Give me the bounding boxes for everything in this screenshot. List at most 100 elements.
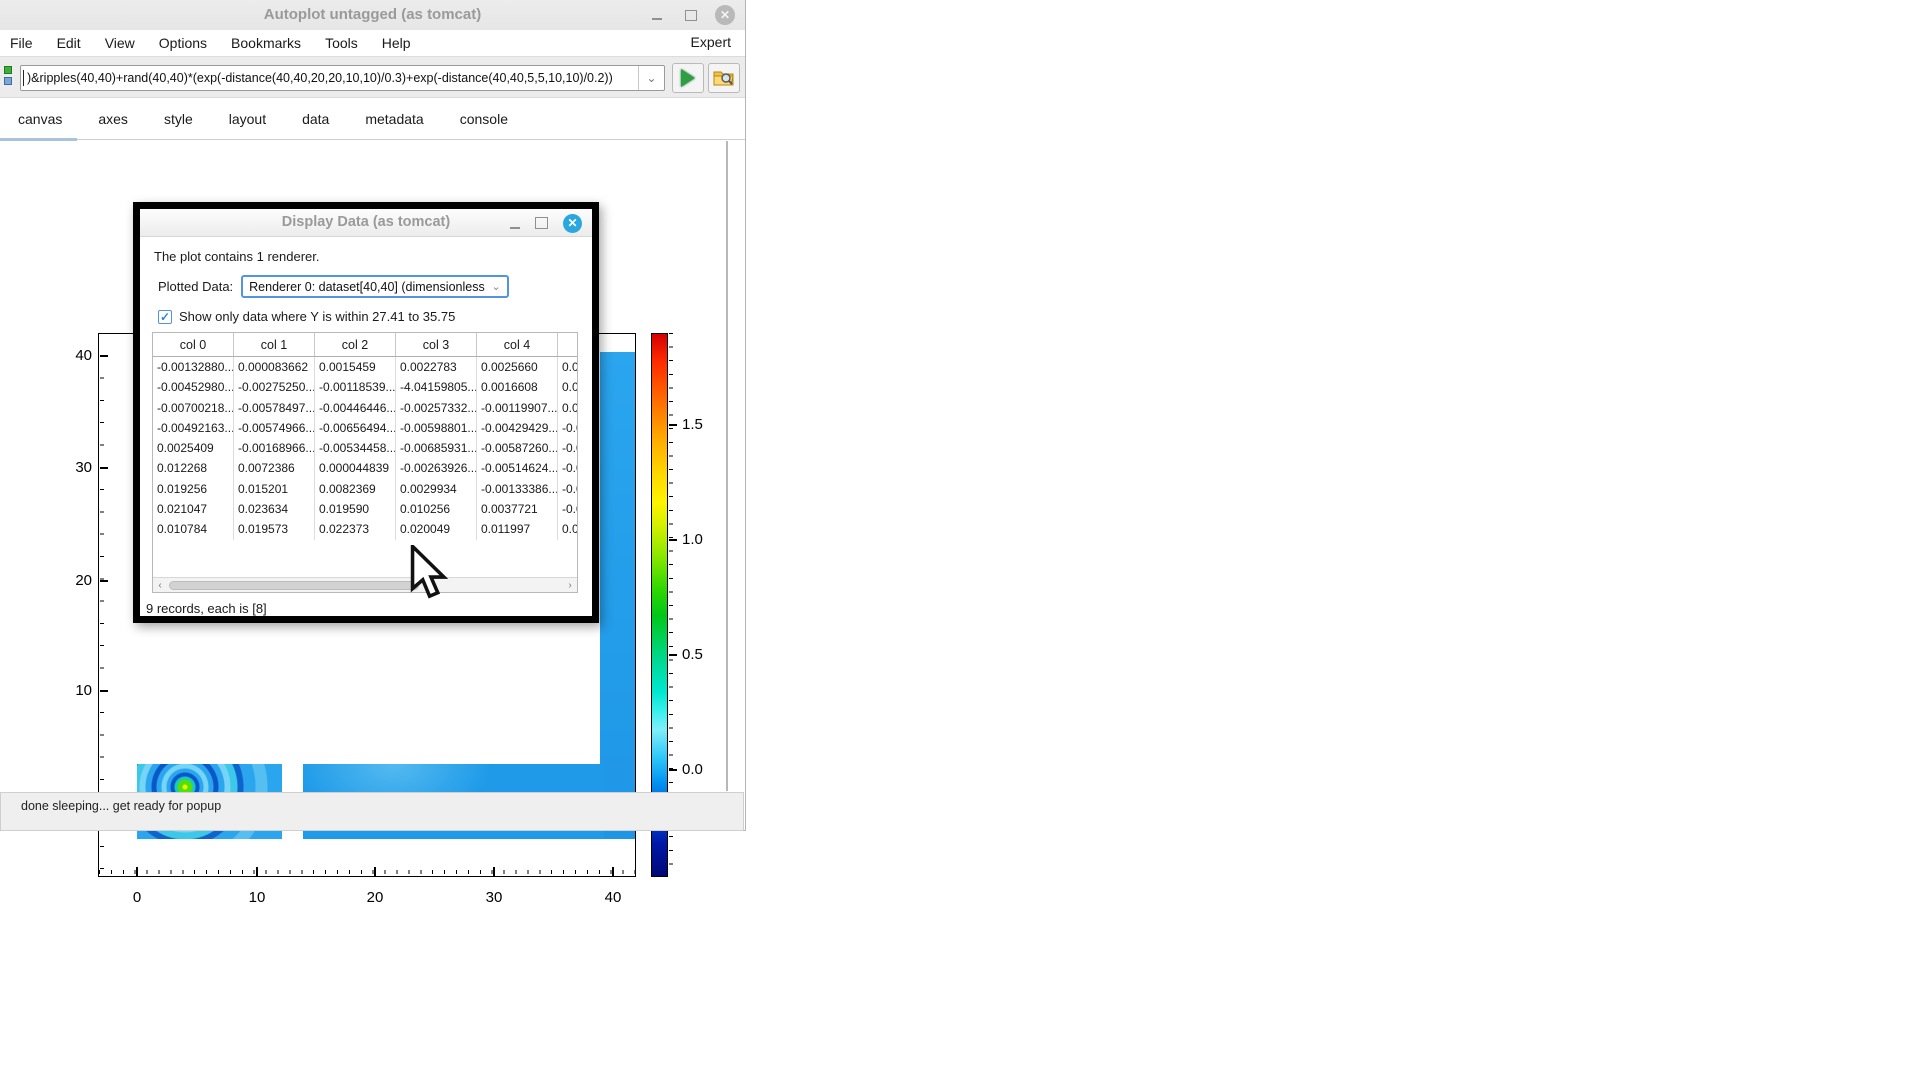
column-header[interactable] <box>558 333 578 356</box>
dialog-close-icon[interactable]: ✕ <box>563 214 582 233</box>
table-cell[interactable]: -0.00598801... <box>396 418 477 438</box>
table-cell[interactable]: -0.00275250... <box>234 377 315 397</box>
open-file-button[interactable] <box>708 63 740 93</box>
table-cell[interactable]: -0.00133386... <box>477 479 558 499</box>
column-header[interactable]: col 1 <box>234 333 315 356</box>
column-header[interactable]: col 3 <box>396 333 477 356</box>
table-cell[interactable]: -0.00492163... <box>153 418 234 438</box>
table-cell[interactable]: 0.0016608 <box>477 377 558 397</box>
table-cell[interactable]: -0.0 <box>558 479 578 499</box>
table-cell[interactable]: 0.010784 <box>153 519 234 539</box>
table-cell[interactable]: 0.0082369 <box>315 479 396 499</box>
column-header[interactable]: col 0 <box>153 333 234 356</box>
table-cell[interactable]: 0.000044839 <box>315 458 396 478</box>
table-cell[interactable]: 0.0037721 <box>477 499 558 519</box>
table-cell[interactable]: -4.04159805... <box>396 377 477 397</box>
table-cell[interactable]: -0.00132880... <box>153 357 234 377</box>
table-row[interactable]: 0.0192560.0152010.00823690.0029934-0.001… <box>153 479 577 499</box>
table-cell[interactable]: 0.00 <box>558 519 578 539</box>
table-cell[interactable]: 0.022373 <box>315 519 396 539</box>
table-row[interactable]: 0.0107840.0195730.0223730.0200490.011997… <box>153 519 577 539</box>
table-cell[interactable]: -0.00700218... <box>153 398 234 418</box>
tab-axes[interactable]: axes <box>93 102 133 136</box>
menu-item-help[interactable]: Help <box>382 35 411 51</box>
expert-menu[interactable]: Expert <box>691 34 731 50</box>
table-cell[interactable]: -0.00685931... <box>396 438 477 458</box>
table-cell[interactable]: -0.00452980... <box>153 377 234 397</box>
table-cell[interactable]: 0.019590 <box>315 499 396 519</box>
table-cell[interactable]: 0.0015459 <box>315 357 396 377</box>
table-cell[interactable]: -0.00656494... <box>315 418 396 438</box>
table-cell[interactable]: 0.0025660 <box>477 357 558 377</box>
table-cell[interactable]: 0.023634 <box>234 499 315 519</box>
tab-style[interactable]: style <box>159 102 198 136</box>
table-cell[interactable]: -0.0 <box>558 418 578 438</box>
table-cell[interactable]: 0.019573 <box>234 519 315 539</box>
y-filter-checkbox[interactable]: ✓ <box>158 310 172 324</box>
table-cell[interactable]: -0.00578497... <box>234 398 315 418</box>
table-cell[interactable]: 0.021047 <box>153 499 234 519</box>
table-cell[interactable]: -0.00534458... <box>315 438 396 458</box>
uri-text[interactable]: )&ripples(40,40)+rand(40,40)*(exp(-dista… <box>24 71 638 85</box>
table-cell[interactable]: 0.00 <box>558 357 578 377</box>
table-cell[interactable]: 0.012268 <box>153 458 234 478</box>
table-cell[interactable]: 0.011997 <box>477 519 558 539</box>
chevron-down-icon[interactable]: ⌄ <box>485 280 507 293</box>
dialog-title-bar[interactable]: Display Data (as tomcat) ✕ <box>140 209 592 237</box>
menu-item-edit[interactable]: Edit <box>57 35 81 51</box>
table-cell[interactable]: 0.0025409 <box>153 438 234 458</box>
table-row[interactable]: -0.00132880...0.0000836620.00154590.0022… <box>153 357 577 377</box>
table-cell[interactable]: 0.0022783 <box>396 357 477 377</box>
data-table[interactable]: col 0col 1col 2col 3col 4 -0.00132880...… <box>152 332 578 593</box>
table-cell[interactable]: -0.0 <box>558 499 578 519</box>
tab-console[interactable]: console <box>455 102 513 136</box>
table-cell[interactable]: -0.0 <box>558 438 578 458</box>
column-header[interactable]: col 4 <box>477 333 558 356</box>
close-icon[interactable]: ✕ <box>715 5 735 25</box>
table-row[interactable]: 0.0210470.0236340.0195900.0102560.003772… <box>153 499 577 519</box>
dialog-minimize-icon[interactable] <box>510 217 520 229</box>
uri-input[interactable]: )&ripples(40,40)+rand(40,40)*(exp(-dista… <box>20 65 665 91</box>
table-cell[interactable]: 0.015201 <box>234 479 315 499</box>
table-cell[interactable]: -0.00118539... <box>315 377 396 397</box>
menu-item-tools[interactable]: Tools <box>325 35 358 51</box>
table-cell[interactable]: -0.00168966... <box>234 438 315 458</box>
plotted-data-select[interactable]: Renderer 0: dataset[40,40] (dimensionles… <box>241 275 509 298</box>
menu-item-view[interactable]: View <box>105 35 135 51</box>
table-cell[interactable]: 0.020049 <box>396 519 477 539</box>
table-cell[interactable]: -0.00429429... <box>477 418 558 438</box>
table-cell[interactable]: -0.00257332... <box>396 398 477 418</box>
plot-go-button[interactable] <box>672 63 704 93</box>
table-cell[interactable]: 0.00 <box>558 377 578 397</box>
menu-item-options[interactable]: Options <box>159 35 207 51</box>
table-cell[interactable]: 0.010256 <box>396 499 477 519</box>
table-cell[interactable]: 0.0072386 <box>234 458 315 478</box>
tab-data[interactable]: data <box>297 102 334 136</box>
table-cell[interactable]: 0.00 <box>558 398 578 418</box>
table-cell[interactable]: 0.0029934 <box>396 479 477 499</box>
table-cell[interactable]: 0.000083662 <box>234 357 315 377</box>
table-cell[interactable]: 0.019256 <box>153 479 234 499</box>
minimize-icon[interactable] <box>647 5 667 25</box>
tab-layout[interactable]: layout <box>224 102 271 136</box>
table-row[interactable]: -0.00700218...-0.00578497...-0.00446446.… <box>153 398 577 418</box>
menu-item-file[interactable]: File <box>10 35 33 51</box>
column-header[interactable]: col 2 <box>315 333 396 356</box>
tab-canvas[interactable]: canvas <box>13 102 67 136</box>
table-cell[interactable]: -0.0 <box>558 458 578 478</box>
table-row[interactable]: 0.0025409-0.00168966...-0.00534458...-0.… <box>153 438 577 458</box>
table-row[interactable]: -0.00452980...-0.00275250...-0.00118539.… <box>153 377 577 397</box>
table-cell[interactable]: -0.00587260... <box>477 438 558 458</box>
dialog-maximize-icon[interactable] <box>535 217 548 229</box>
table-row[interactable]: 0.0122680.00723860.000044839-0.00263926.… <box>153 458 577 478</box>
tab-metadata[interactable]: metadata <box>360 102 428 136</box>
table-cell[interactable]: -0.00119907... <box>477 398 558 418</box>
horizontal-scrollbar[interactable]: ‹ › <box>153 577 577 592</box>
scroll-right-icon[interactable]: › <box>563 580 577 591</box>
table-cell[interactable]: -0.00574966... <box>234 418 315 438</box>
scroll-left-icon[interactable]: ‹ <box>153 580 167 591</box>
scrollbar-thumb[interactable] <box>169 581 419 590</box>
table-cell[interactable]: -0.00446446... <box>315 398 396 418</box>
window-title-bar[interactable]: Autoplot untagged (as tomcat) ✕ <box>0 0 745 30</box>
table-row[interactable]: -0.00492163...-0.00574966...-0.00656494.… <box>153 418 577 438</box>
